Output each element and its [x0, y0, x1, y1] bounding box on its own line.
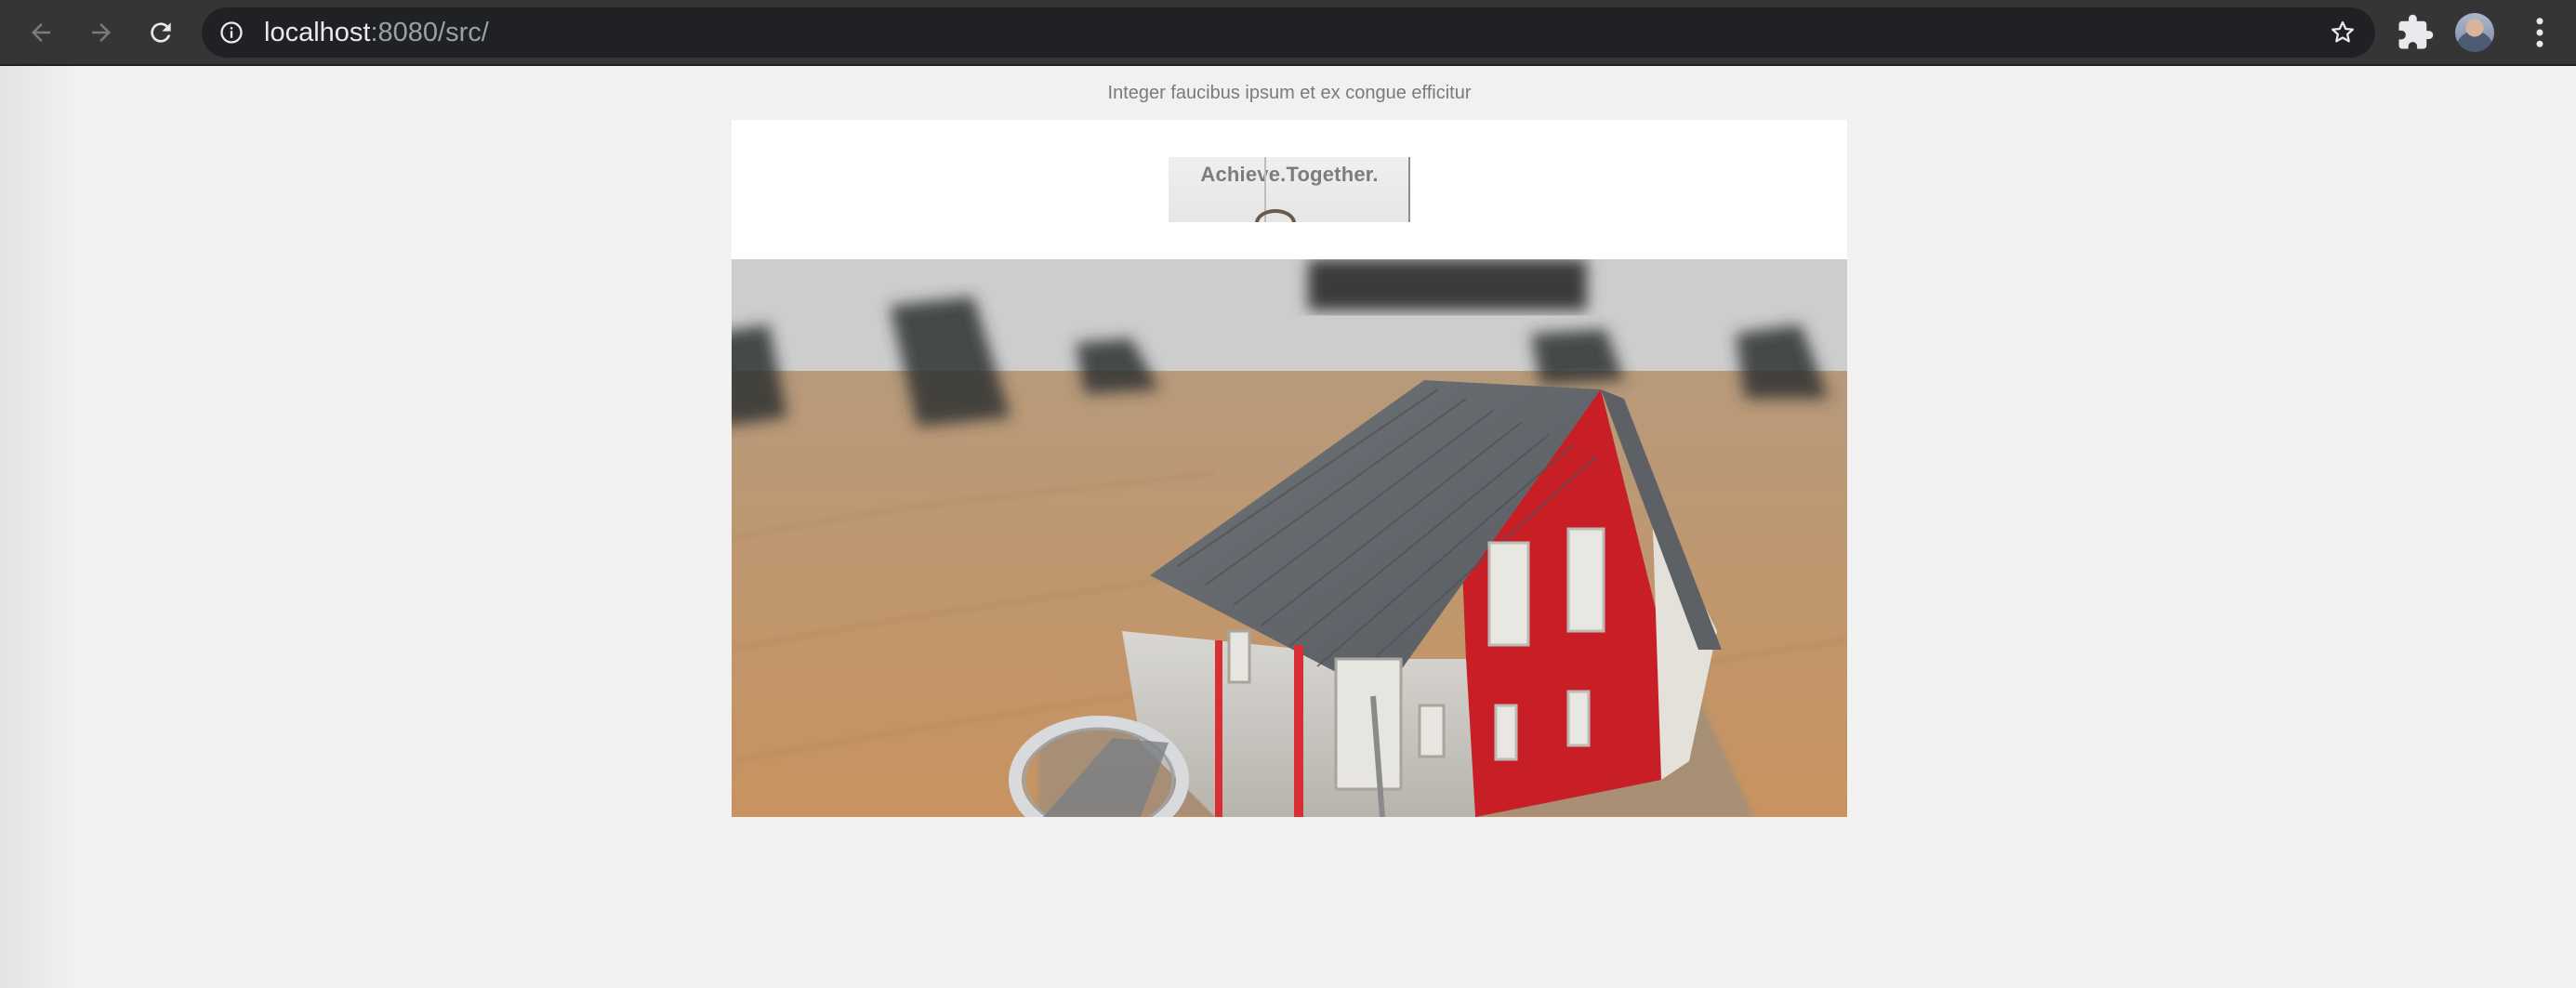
info-icon[interactable]: [218, 20, 244, 46]
kebab-menu-icon[interactable]: [2520, 13, 2559, 52]
back-button[interactable]: [20, 11, 62, 54]
url-host: localhost: [264, 18, 371, 47]
preheader-text: Integer faucibus ipsum et ex congue effi…: [1107, 83, 1472, 103]
reload-button[interactable]: [139, 11, 182, 54]
page-edge-shadow: [0, 66, 74, 988]
profile-avatar[interactable]: [2455, 13, 2494, 52]
email-header: Achieve.Together.: [732, 120, 1847, 259]
back-arrow-icon: [32, 23, 50, 42]
logo-mark: [1255, 209, 1296, 222]
logo-edge: [1408, 157, 1410, 222]
forward-arrow-icon: [92, 23, 111, 42]
url-path: :8080/src/: [370, 18, 489, 47]
hero-image[interactable]: [732, 259, 1847, 817]
logo[interactable]: Achieve.Together.: [1169, 157, 1410, 222]
forward-button[interactable]: [80, 11, 123, 54]
logo-text: Achieve.Together.: [1200, 163, 1379, 186]
star-icon[interactable]: [2329, 19, 2357, 46]
house-model-photo: [732, 259, 1847, 817]
puzzle-icon[interactable]: [2396, 13, 2435, 52]
url-text[interactable]: localhost:8080/src/: [264, 7, 489, 58]
reload-icon: [151, 22, 171, 43]
address-bar[interactable]: localhost:8080/src/: [202, 7, 2375, 58]
browser-toolbar: localhost:8080/src/: [0, 0, 2576, 66]
